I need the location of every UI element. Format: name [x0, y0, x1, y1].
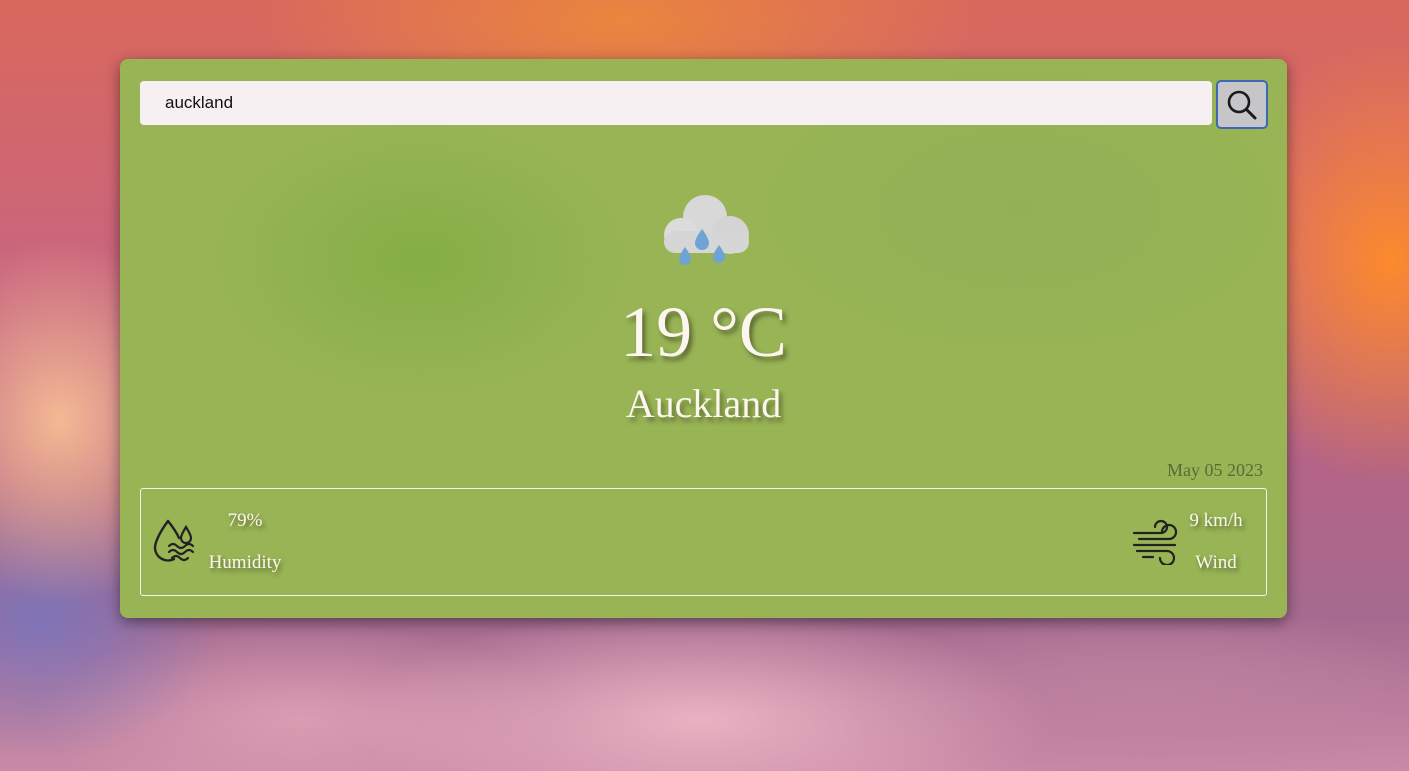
wind-value: 9 km/h — [1189, 510, 1243, 531]
humidity-value: 79% — [227, 510, 263, 531]
temperature-value: 19 °C — [620, 292, 787, 372]
rain-cloud-icon — [664, 195, 749, 265]
wind-label: Wind — [1195, 552, 1237, 573]
humidity-stat: 79% Humidity — [201, 507, 289, 577]
search-icon — [1227, 90, 1257, 119]
humidity-icon — [153, 519, 195, 562]
weather-details-panel: 79% Humidity 9 km/h Wind — [140, 488, 1267, 596]
date-label: May 05 2023 — [1167, 460, 1263, 480]
wind-stat: 9 km/h Wind — [1180, 507, 1252, 577]
city-name: Auckland — [625, 381, 782, 426]
wind-icon — [1132, 519, 1178, 565]
search-input[interactable] — [140, 81, 1212, 125]
weather-card: 19 °C Auckland May 05 2023 79% Humidity … — [120, 59, 1287, 618]
search-bar — [140, 80, 1268, 129]
search-button[interactable] — [1216, 80, 1268, 129]
humidity-label: Humidity — [208, 552, 282, 573]
